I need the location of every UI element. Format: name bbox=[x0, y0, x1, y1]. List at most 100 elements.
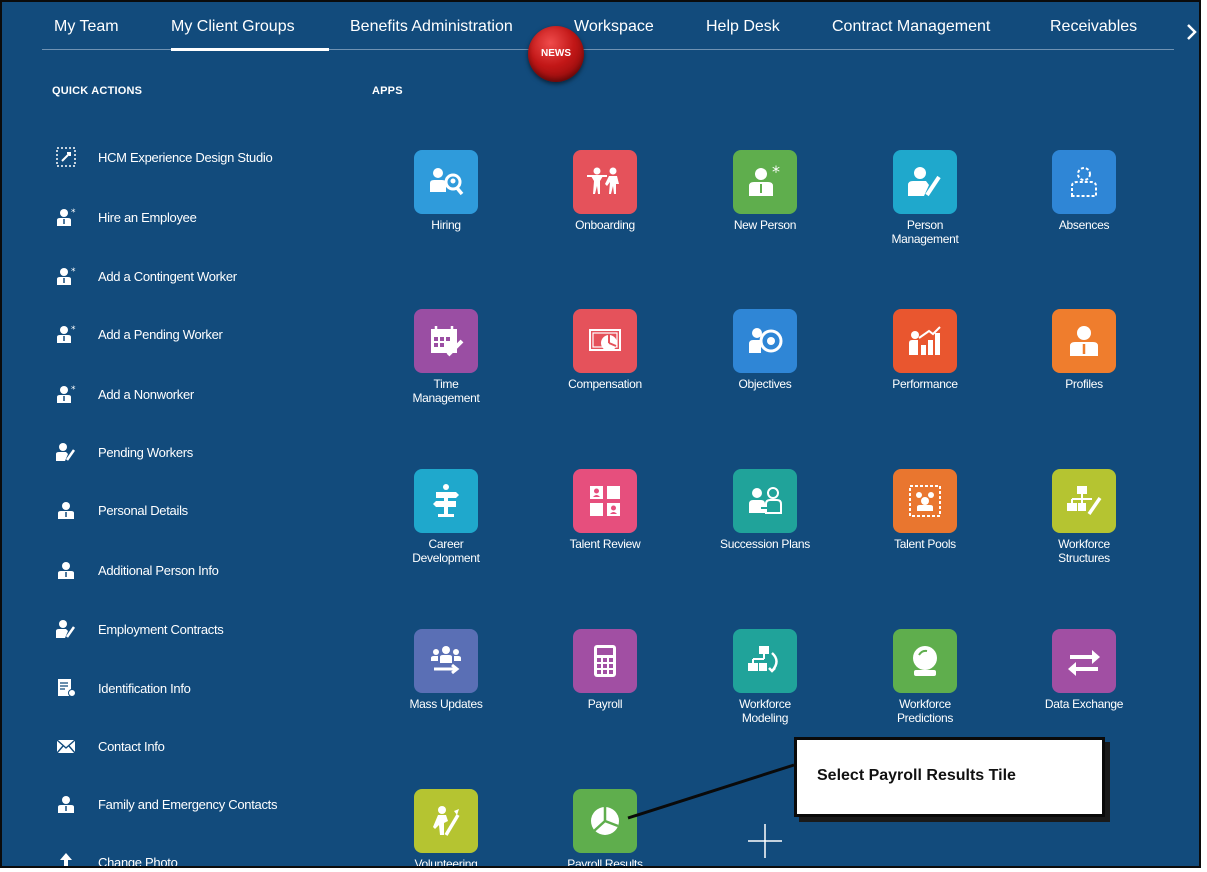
nav-tab-help-desk[interactable]: Help Desk bbox=[706, 18, 780, 36]
quick-action-label: HCM Experience Design Studio bbox=[98, 149, 273, 165]
quick-action-label: Identification Info bbox=[98, 680, 191, 696]
quick-action-pending-workers[interactable]: Pending Workers bbox=[54, 440, 193, 464]
person-icon bbox=[54, 558, 78, 582]
app-label: Workforce Structures bbox=[1058, 537, 1110, 565]
app-tile-absences[interactable]: Absences bbox=[1025, 150, 1135, 270]
app-label: Payroll Results bbox=[567, 857, 643, 868]
nav-tab-my-client-groups[interactable]: My Client Groups bbox=[171, 18, 295, 36]
app-tile-succession-plans[interactable]: Succession Plans bbox=[706, 469, 816, 589]
onboarding-icon bbox=[573, 150, 637, 214]
app-tile-career-development[interactable]: Career Development bbox=[387, 469, 497, 589]
quick-action-label: Family and Emergency Contacts bbox=[98, 796, 278, 812]
app-tile-data-exchange[interactable]: Data Exchange bbox=[1025, 629, 1135, 749]
profile-icon bbox=[1052, 309, 1116, 373]
quick-action-label: Change Photo bbox=[98, 854, 178, 868]
nav-tab-benefits-administration[interactable]: Benefits Administration bbox=[350, 18, 513, 36]
chevron-right-icon[interactable] bbox=[1185, 22, 1199, 42]
quick-action-identification-info[interactable]: Identification Info bbox=[54, 676, 191, 700]
app-label: Onboarding bbox=[575, 218, 635, 232]
callout-text: Select Payroll Results Tile bbox=[817, 767, 1016, 784]
app-tile-new-person[interactable]: * New Person bbox=[706, 150, 816, 270]
plus-icon[interactable] bbox=[746, 822, 784, 860]
app-tile-hiring[interactable]: Hiring bbox=[387, 150, 497, 270]
quick-action-label: Pending Workers bbox=[98, 444, 193, 460]
crystal-ball-icon bbox=[893, 629, 957, 693]
nav-tab-receivables[interactable]: Receivables bbox=[1050, 18, 1137, 36]
app-tile-time-management[interactable]: Time Management bbox=[387, 309, 497, 429]
app-label: Profiles bbox=[1065, 377, 1103, 391]
app-tile-performance[interactable]: Performance bbox=[866, 309, 976, 429]
top-navigation: My Team My Client Groups Benefits Admini… bbox=[2, 2, 1199, 54]
quick-action-change-photo[interactable]: Change Photo bbox=[54, 850, 178, 868]
signpost-icon bbox=[414, 469, 478, 533]
app-label: Person Management bbox=[891, 218, 959, 246]
app-label: Payroll bbox=[587, 697, 623, 711]
objectives-icon bbox=[733, 309, 797, 373]
instruction-callout: Select Payroll Results Tile bbox=[794, 737, 1105, 817]
apps-heading: APPS bbox=[372, 85, 403, 97]
quick-action-additional-person-info[interactable]: Additional Person Info bbox=[54, 558, 219, 582]
talent-pool-icon bbox=[893, 469, 957, 533]
news-badge[interactable]: NEWS bbox=[528, 26, 584, 82]
quick-action-add-nonworker[interactable]: * Add a Nonworker bbox=[54, 382, 194, 406]
new-person-icon: * bbox=[54, 205, 78, 229]
calculator-icon bbox=[573, 629, 637, 693]
quick-action-hire-an-employee[interactable]: * Hire an Employee bbox=[54, 205, 197, 229]
nav-tab-my-team[interactable]: My Team bbox=[54, 18, 119, 36]
quick-action-label: Hire an Employee bbox=[98, 209, 197, 225]
person-icon bbox=[54, 498, 78, 522]
app-label: Compensation bbox=[568, 377, 642, 391]
app-tile-workforce-structures[interactable]: Workforce Structures bbox=[1025, 469, 1135, 589]
performance-icon bbox=[893, 309, 957, 373]
app-label: Objectives bbox=[738, 377, 792, 391]
app-tile-person-management[interactable]: Person Management bbox=[866, 150, 976, 270]
app-label: Performance bbox=[892, 377, 958, 391]
app-tile-onboarding[interactable]: Onboarding bbox=[546, 150, 656, 270]
upload-icon bbox=[54, 850, 78, 866]
quick-action-personal-details[interactable]: Personal Details bbox=[54, 498, 188, 522]
hiring-icon bbox=[414, 150, 478, 214]
absence-icon bbox=[1052, 150, 1116, 214]
app-tile-workforce-predictions[interactable]: Workforce Predictions bbox=[866, 629, 976, 749]
quick-action-family-emergency-contacts[interactable]: Family and Emergency Contacts bbox=[54, 792, 277, 816]
modeling-icon bbox=[733, 629, 797, 693]
app-tile-workforce-modeling[interactable]: Workforce Modeling bbox=[706, 629, 816, 749]
app-tile-talent-review[interactable]: Talent Review bbox=[546, 469, 656, 589]
app-tile-payroll[interactable]: Payroll bbox=[546, 629, 656, 749]
app-label: Volunteering bbox=[414, 857, 478, 868]
quick-action-contact-info[interactable]: Contact Info bbox=[54, 734, 165, 758]
app-tile-talent-pools[interactable]: Talent Pools bbox=[866, 469, 976, 589]
app-tile-profiles[interactable]: Profiles bbox=[1025, 309, 1135, 429]
quick-action-label: Personal Details bbox=[98, 502, 188, 518]
quick-action-label: Add a Nonworker bbox=[98, 386, 194, 402]
app-label: Career Development bbox=[412, 537, 480, 565]
compensation-icon bbox=[573, 309, 637, 373]
active-tab-indicator bbox=[171, 48, 329, 51]
svg-text:*: * bbox=[71, 385, 76, 395]
quick-action-hcm-experience-design-studio[interactable]: HCM Experience Design Studio bbox=[54, 145, 273, 169]
envelope-icon bbox=[54, 734, 78, 758]
app-label: Talent Pools bbox=[894, 537, 956, 551]
app-label: Absences bbox=[1058, 218, 1110, 232]
quick-action-employment-contracts[interactable]: Employment Contracts bbox=[54, 617, 224, 641]
talent-review-icon bbox=[573, 469, 637, 533]
person-edit-icon bbox=[893, 150, 957, 214]
app-tile-volunteering[interactable]: Volunteering bbox=[387, 789, 497, 866]
new-person-icon: * bbox=[54, 322, 78, 346]
quick-action-label: Additional Person Info bbox=[98, 562, 219, 578]
quick-actions-heading: QUICK ACTIONS bbox=[52, 85, 143, 97]
design-studio-icon bbox=[54, 145, 78, 169]
app-label: Talent Review bbox=[569, 537, 641, 551]
app-tile-compensation[interactable]: Compensation bbox=[546, 309, 656, 429]
quick-action-add-contingent-worker[interactable]: * Add a Contingent Worker bbox=[54, 264, 237, 288]
quick-action-add-pending-worker[interactable]: * Add a Pending Worker bbox=[54, 322, 223, 346]
app-tile-payroll-results[interactable]: Payroll Results bbox=[546, 789, 656, 866]
person-edit-icon bbox=[54, 617, 78, 641]
nav-tab-workspace[interactable]: Workspace bbox=[574, 18, 654, 36]
app-label: Mass Updates bbox=[409, 697, 483, 711]
app-tile-mass-updates[interactable]: Mass Updates bbox=[387, 629, 497, 749]
nav-tab-contract-management[interactable]: Contract Management bbox=[832, 18, 990, 36]
svg-text:*: * bbox=[71, 267, 76, 277]
app-tile-objectives[interactable]: Objectives bbox=[706, 309, 816, 429]
app-label: New Person bbox=[733, 218, 797, 232]
